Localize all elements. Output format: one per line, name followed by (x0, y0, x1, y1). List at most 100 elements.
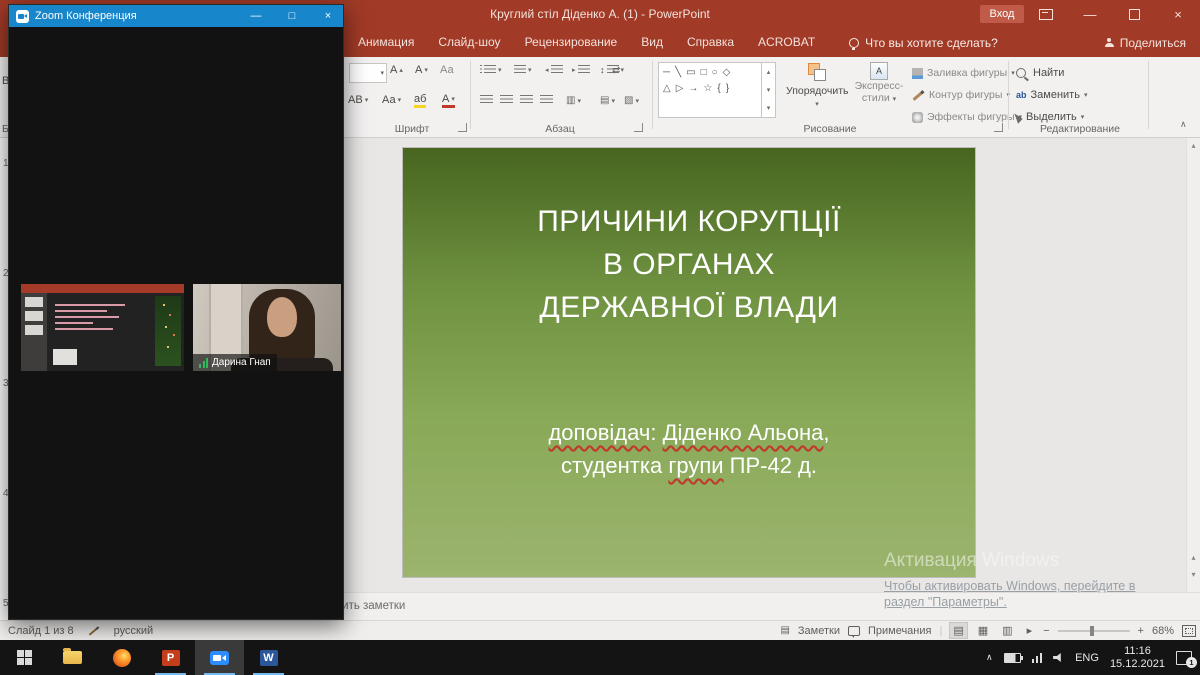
share-button[interactable]: Поделиться (1105, 28, 1186, 57)
shape-effects-button[interactable]: Эффекты фигуры▾ (912, 108, 1022, 126)
fit-to-window-icon[interactable] (1182, 625, 1196, 637)
language-switcher[interactable]: ENG (1075, 652, 1099, 664)
slide-subtitle-line: студентка групи ПР-42 д. (403, 449, 975, 482)
font-color-button[interactable]: А▾ (442, 93, 455, 108)
align-center-button[interactable] (500, 95, 513, 105)
vertical-scrollbar[interactable]: ▴ ▴ ▾ (1186, 138, 1200, 592)
network-icon[interactable] (1032, 653, 1043, 663)
hidden-icons-chevron[interactable]: ∧ (986, 652, 993, 663)
watermark-title: Активация Windows (884, 550, 1196, 572)
taskbar-zoom[interactable] (195, 640, 244, 675)
font-group-label: Шрифт (372, 123, 452, 135)
clear-formatting-button[interactable]: Аа (440, 64, 454, 76)
slide-title[interactable]: ПРИЧИНИ КОРУПЦІЇ В ОРГАНАХ ДЕРЖАВНОЇ ВЛА… (403, 200, 975, 329)
taskbar-firefox[interactable] (97, 640, 146, 675)
scroll-up-icon[interactable]: ▴ (1187, 141, 1200, 150)
shrink-font-button[interactable]: А▾ (415, 64, 428, 76)
zoom-close-button[interactable]: × (313, 5, 343, 27)
tab-help[interactable]: Справка (675, 28, 746, 57)
zoom-window-title: Zoom Конференция (35, 10, 235, 22)
action-center-icon[interactable]: 1 (1176, 651, 1192, 665)
comments-icon (848, 626, 860, 636)
zoom-titlebar[interactable]: Zoom Конференция — □ × (9, 5, 343, 27)
zoom-window[interactable]: Zoom Конференция — □ × (8, 4, 344, 620)
mini-titlebar (21, 284, 184, 293)
shapes-gallery-scroll[interactable]: ▴▾▾ (761, 63, 775, 117)
mini-tree (155, 296, 181, 366)
align-right-button[interactable] (520, 95, 533, 105)
grow-font-button[interactable]: А▴ (390, 64, 403, 76)
shape-fill-button[interactable]: Заливка фигуры▾ (912, 64, 1015, 82)
zoom-level[interactable]: 68% (1152, 625, 1174, 637)
tab-animation[interactable]: Анимация (346, 28, 426, 57)
quick-styles-button[interactable]: А Экспресс- стили ▾ (850, 62, 908, 104)
shapes-gallery[interactable]: ─╲▭□○◇ △▷→☆{} ▴▾▾ (658, 62, 776, 118)
shape-outline-icon (913, 90, 925, 101)
shape-fill-icon (912, 68, 923, 79)
justify-button[interactable] (540, 95, 553, 105)
drawing-dialog-launcher[interactable] (994, 123, 1003, 132)
align-text-button[interactable]: ▤▾ (600, 95, 615, 106)
increase-indent-button[interactable]: ▸ (572, 65, 590, 75)
restore-button[interactable] (1112, 0, 1156, 28)
participant-name-label: Дарина Гнап (193, 354, 277, 371)
language-indicator[interactable]: русский (114, 625, 153, 637)
taskbar-file-explorer[interactable] (48, 640, 97, 675)
arrange-button[interactable]: Упорядочить▾ (786, 62, 848, 109)
tab-review[interactable]: Рецензирование (513, 28, 630, 57)
slideshow-button[interactable]: ▸ (1024, 623, 1036, 638)
taskbar-word[interactable]: W (244, 640, 293, 675)
notes-toggle[interactable]: Заметки (798, 625, 840, 637)
normal-view-button[interactable]: ▤ (950, 623, 966, 638)
text-highlight-button[interactable]: аб (414, 93, 426, 108)
bullets-button[interactable]: ▾ (480, 65, 502, 75)
minimize-button[interactable]: — (1068, 0, 1112, 28)
volume-icon[interactable] (1053, 653, 1064, 663)
text-direction-button[interactable]: ⇄ (612, 65, 620, 76)
smartart-button[interactable]: ▧▾ (624, 95, 639, 106)
zoom-in-button[interactable]: + (1138, 625, 1144, 637)
start-button[interactable] (0, 640, 48, 675)
battery-icon[interactable] (1004, 653, 1021, 663)
zoom-participant-video[interactable]: Дарина Гнап (193, 284, 341, 371)
comments-toggle[interactable]: Примечания (868, 625, 932, 637)
zoom-maximize-button[interactable]: □ (277, 5, 307, 27)
slide-sorter-view-button[interactable]: ▦ (975, 623, 991, 638)
slide[interactable]: ПРИЧИНИ КОРУПЦІЇ В ОРГАНАХ ДЕРЖАВНОЇ ВЛА… (403, 148, 975, 577)
taskbar-powerpoint[interactable]: P (146, 640, 195, 675)
zoom-minimize-button[interactable]: — (241, 5, 271, 27)
screen: Круглий стіл Діденко А. (1) - PowerPoint… (0, 0, 1200, 675)
paragraph-dialog-launcher[interactable] (634, 123, 643, 132)
columns-button[interactable]: ▥▾ (566, 95, 581, 106)
firefox-icon (113, 649, 131, 667)
font-dialog-launcher[interactable] (458, 123, 467, 132)
zoom-slider-thumb[interactable] (1090, 626, 1094, 636)
tell-me-box[interactable]: Что вы хотите сделать? (849, 36, 998, 50)
watermark-text: раздел "Параметры". (884, 595, 1196, 609)
zoom-screen-share-thumbnail[interactable] (21, 284, 184, 371)
zoom-slider[interactable] (1058, 630, 1130, 632)
ribbon-display-options-button[interactable] (1024, 0, 1068, 28)
powerpoint-icon: P (162, 650, 180, 666)
align-left-button[interactable] (480, 95, 493, 105)
numbering-button[interactable]: ▾ (514, 65, 532, 75)
tab-view[interactable]: Вид (629, 28, 675, 57)
shape-outline-button[interactable]: Контур фигуры▾ (912, 86, 1010, 104)
find-button[interactable]: Найти (1016, 64, 1064, 82)
character-spacing-button[interactable]: АВ▾ (348, 94, 368, 106)
sign-in-button[interactable]: Вход (980, 5, 1024, 23)
decrease-indent-button[interactable]: ◂ (545, 65, 563, 75)
clock[interactable]: 11:16 15.12.2021 (1110, 645, 1165, 671)
close-button[interactable]: × (1156, 0, 1200, 28)
slide-subtitle[interactable]: доповідач: Діденко Альона, студентка гру… (403, 416, 975, 482)
tab-acrobat[interactable]: ACROBAT (746, 28, 827, 57)
tab-slideshow[interactable]: Слайд-шоу (426, 28, 512, 57)
change-case-button[interactable]: Аа▾ (382, 94, 401, 106)
ink-icon[interactable] (88, 626, 98, 635)
font-size-input[interactable]: ▾ (349, 63, 387, 83)
zoom-out-button[interactable]: − (1043, 625, 1049, 637)
replace-button[interactable]: ab Заменить▾ (1016, 86, 1087, 104)
shape-effects-icon (912, 112, 923, 123)
collapse-ribbon-button[interactable]: ∧ (1180, 119, 1187, 130)
reading-view-button[interactable]: ▥ (999, 623, 1015, 638)
